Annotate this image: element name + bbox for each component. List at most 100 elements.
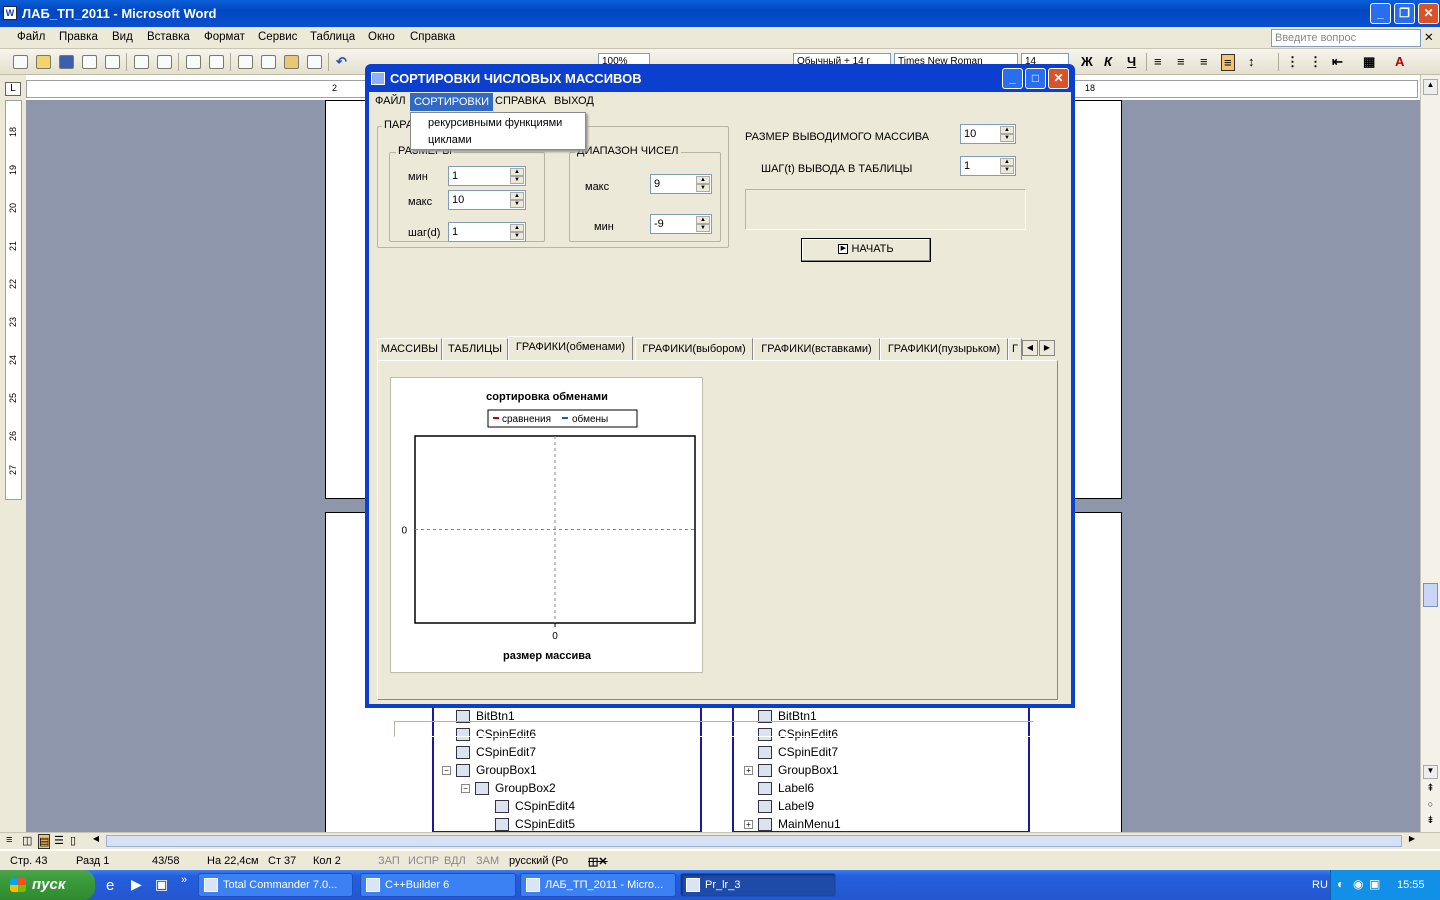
status-rec[interactable]: ЗАП	[378, 855, 400, 867]
spin-up-icon[interactable]: ▲	[510, 224, 524, 232]
tray-network-icon[interactable]: ◐	[1337, 877, 1344, 891]
quicklaunch-more-icon[interactable]: »	[181, 874, 187, 886]
spin-up-icon[interactable]: ▲	[1000, 158, 1014, 166]
menu-tools[interactable]: Сервис	[258, 31, 297, 43]
task-cpp-builder[interactable]: C++Builder 6	[360, 873, 516, 897]
spin-down-icon[interactable]: ▼	[510, 176, 524, 184]
menu-item-loops[interactable]: циклами	[428, 134, 472, 146]
align-center-icon[interactable]: ≡	[1177, 54, 1185, 69]
start-sort-button[interactable]: ▶ НАЧАТЬ	[801, 238, 931, 262]
menu-view[interactable]: Вид	[112, 31, 133, 43]
step-spin[interactable]: 1 ▲ ▼	[448, 222, 526, 242]
tab-tables[interactable]: ТАБЛИЦЫ	[442, 338, 508, 360]
menu-item-recursive[interactable]: рекурсивными функциями	[428, 117, 562, 129]
range-max-spin[interactable]: 9 ▲ ▼	[650, 174, 712, 194]
tab-graph-insertion[interactable]: ГРАФИКИ(вставками)	[753, 338, 880, 360]
tab-graph-bubble[interactable]: ГРАФИКИ(пузырьком)	[880, 338, 1008, 360]
media-player-icon[interactable]: ▶	[131, 876, 142, 893]
tab-graph-selection[interactable]: ГРАФИКИ(выбором)	[635, 338, 753, 360]
menu-help[interactable]: Справка	[410, 31, 455, 43]
print-layout-icon[interactable]: ▤	[38, 834, 51, 849]
max-size-spin[interactable]: 10 ▲ ▼	[448, 190, 526, 210]
app-minimize-button[interactable]: _	[1002, 68, 1023, 89]
spin-up-icon[interactable]: ▲	[696, 176, 710, 184]
save-icon[interactable]	[59, 55, 74, 69]
copy-icon[interactable]	[261, 55, 276, 69]
research-icon[interactable]	[209, 55, 224, 69]
spin-up-icon[interactable]: ▲	[696, 216, 710, 224]
status-trk[interactable]: ИСПР	[408, 855, 439, 867]
browse-object-icon[interactable]: ○	[1423, 799, 1438, 813]
scroll-down-icon[interactable]: ▼	[1423, 765, 1438, 779]
language-indicator[interactable]: RU	[1312, 879, 1328, 891]
email-icon[interactable]	[105, 55, 120, 69]
outline-view-icon[interactable]: ☰	[54, 834, 64, 847]
numbering-icon[interactable]: ⋮	[1286, 54, 1299, 70]
ie-icon[interactable]: e	[106, 877, 114, 894]
app-maximize-button[interactable]: □	[1025, 68, 1046, 89]
web-view-icon[interactable]: ◫	[22, 834, 32, 847]
status-ext[interactable]: ВДЛ	[444, 855, 466, 867]
open-icon[interactable]	[36, 55, 51, 69]
next-page-icon[interactable]: ⇟	[1423, 815, 1438, 829]
task-total-commander[interactable]: Total Commander 7.0...	[198, 873, 353, 897]
out-step-spin[interactable]: 1 ▲ ▼	[960, 156, 1016, 176]
justify-icon[interactable]: ≡	[1221, 54, 1235, 71]
print-icon[interactable]	[134, 55, 149, 69]
tab-scroll-left-icon[interactable]: ◀	[1022, 340, 1038, 356]
tray-monitor-icon[interactable]: ▣	[1369, 877, 1380, 891]
spin-down-icon[interactable]: ▼	[1000, 166, 1014, 174]
undo-icon[interactable]: ↶	[336, 54, 347, 70]
spelling-status-icon[interactable]: ◫✕	[588, 855, 608, 868]
ask-question-input[interactable]: Введите вопрос	[1271, 29, 1421, 47]
minimize-button[interactable]: _	[1370, 3, 1391, 24]
desktop-icon[interactable]: ▣	[155, 876, 168, 893]
menu-insert[interactable]: Вставка	[147, 31, 190, 43]
bullets-icon[interactable]: ⋮	[1309, 54, 1322, 70]
app-menu-help[interactable]: СПРАВКА	[491, 95, 550, 111]
spin-down-icon[interactable]: ▼	[510, 200, 524, 208]
collapse-icon[interactable]: −	[461, 784, 470, 793]
app-menu-file[interactable]: ФАЙЛ	[371, 95, 410, 111]
start-button[interactable]: пуск	[0, 870, 95, 900]
menu-edit[interactable]: Правка	[59, 31, 98, 43]
reading-view-icon[interactable]: ▯	[70, 834, 76, 847]
align-right-icon[interactable]: ≡	[1200, 54, 1208, 69]
tab-scroll-right-icon[interactable]: ▶	[1039, 340, 1055, 356]
spin-up-icon[interactable]: ▲	[1000, 126, 1014, 134]
print-preview-icon[interactable]	[157, 55, 172, 69]
font-color-icon[interactable]: A	[1395, 54, 1404, 69]
line-spacing-icon[interactable]: ↕	[1248, 54, 1255, 69]
tray-volume-icon[interactable]: ◉	[1353, 877, 1363, 891]
bold-icon[interactable]: Ж	[1081, 54, 1093, 69]
app-menu-sorts[interactable]: СОРТИРОВКИ	[410, 93, 494, 111]
italic-icon[interactable]: К	[1104, 54, 1112, 69]
spin-down-icon[interactable]: ▼	[510, 232, 524, 240]
task-pr-lr-3[interactable]: Pr_lr_3	[680, 873, 836, 897]
vertical-scrollbar[interactable]: ▲ ▼ ⇞ ○ ⇟	[1420, 75, 1440, 833]
out-size-spin[interactable]: 10 ▲ ▼	[960, 124, 1016, 144]
underline-icon[interactable]: Ч	[1127, 54, 1136, 69]
scroll-up-icon[interactable]: ▲	[1423, 79, 1438, 95]
scroll-left-icon[interactable]: ◀	[90, 834, 102, 848]
restore-button[interactable]: ❐	[1394, 3, 1415, 24]
menu-window[interactable]: Окно	[368, 31, 395, 43]
menu-format[interactable]: Формат	[204, 31, 245, 43]
expand-icon[interactable]: +	[744, 820, 753, 829]
scroll-right-icon[interactable]: ▶	[1406, 834, 1418, 848]
range-min-spin[interactable]: -9 ▲ ▼	[650, 214, 712, 234]
app-close-button[interactable]: ✕	[1048, 68, 1069, 89]
app-menu-exit[interactable]: ВЫХОД	[550, 95, 598, 111]
format-painter-icon[interactable]	[307, 55, 322, 69]
min-size-spin[interactable]: 1 ▲ ▼	[448, 166, 526, 186]
status-ovr[interactable]: ЗАМ	[476, 855, 499, 867]
app-title-bar[interactable]: СОРТИРОВКИ ЧИСЛОВЫХ МАССИВОВ _ □ ✕	[368, 66, 1072, 92]
permission-icon[interactable]	[82, 55, 97, 69]
tab-graph-exchange[interactable]: ГРАФИКИ(обменами)	[508, 336, 633, 360]
prev-page-icon[interactable]: ⇞	[1423, 783, 1438, 797]
spin-down-icon[interactable]: ▼	[696, 224, 710, 232]
new-doc-icon[interactable]	[13, 55, 28, 69]
task-word[interactable]: ЛАБ_ТП_2011 - Micro...	[520, 873, 676, 897]
borders-icon[interactable]: ▦	[1363, 54, 1375, 70]
normal-view-icon[interactable]: ≡	[6, 834, 12, 846]
